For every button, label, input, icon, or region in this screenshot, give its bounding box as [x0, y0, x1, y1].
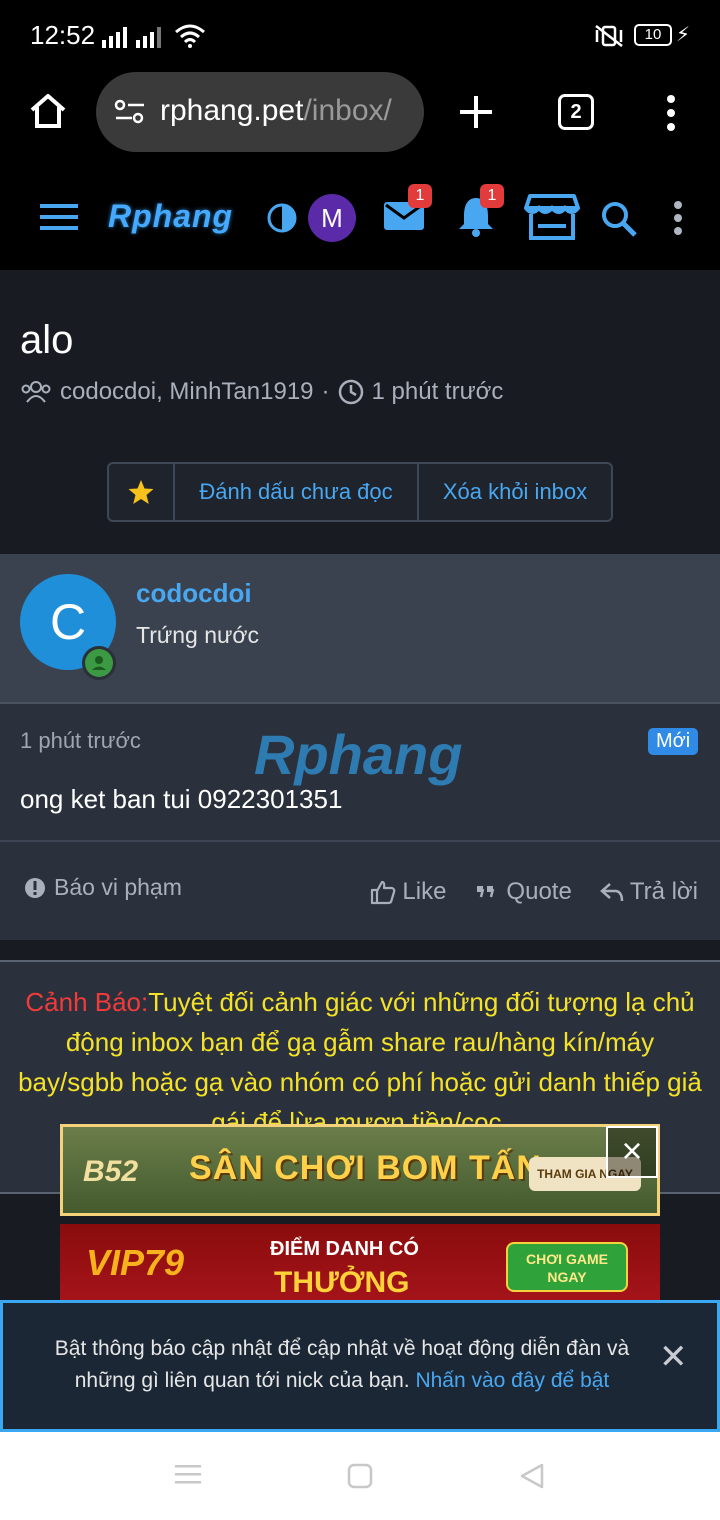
new-badge: Mới	[648, 728, 699, 755]
mute-vibrate-icon	[595, 25, 623, 47]
mark-unread-button[interactable]: Đánh dấu chưa đọc	[175, 464, 419, 520]
notice-close-button[interactable]: ✕	[659, 1337, 688, 1377]
site-settings-icon[interactable]	[114, 98, 146, 126]
back-nav-icon[interactable]	[518, 1462, 546, 1490]
meta-separator: ·	[321, 378, 330, 405]
browser-toolbar: rphang.pet/inbox/ 2	[0, 72, 720, 162]
signal-icon	[102, 27, 161, 48]
enable-notifications-link[interactable]: Nhấn vào đây để bật	[415, 1369, 609, 1392]
alert-icon	[25, 877, 45, 898]
warning-label: Cảnh Báo:	[25, 987, 149, 1017]
status-time: 12:52	[30, 20, 96, 50]
post-user-bar: C codocdoi Trứng nước	[0, 554, 720, 704]
reply-icon	[599, 883, 624, 902]
site-header: Rphang M 1 1	[0, 162, 720, 270]
theme-toggle-icon[interactable]	[266, 202, 298, 234]
quote-button[interactable]: Quote	[474, 878, 572, 906]
thread-time: 1 phút trước	[371, 378, 504, 405]
ad2-line2: THƯỞNG	[274, 1266, 410, 1299]
thumbs-up-icon	[371, 880, 396, 905]
url-text: rphang.pet/inbox/	[160, 94, 392, 127]
reply-label: Trả lời	[629, 878, 698, 905]
ad-close-button[interactable]: ×	[606, 1126, 658, 1178]
store-icon[interactable]	[524, 192, 580, 242]
post-username[interactable]: codocdoi	[136, 578, 252, 609]
browser-menu-icon[interactable]	[664, 94, 678, 132]
watermark-logo: Rphang	[254, 723, 463, 786]
post-time[interactable]: 1 phút trước	[20, 728, 141, 754]
search-icon[interactable]	[600, 200, 638, 238]
message-post: C codocdoi Trứng nước 1 phút trước Rphan…	[0, 554, 720, 940]
report-label: Báo vi phạm	[54, 874, 182, 900]
post-message: ong ket ban tui 0922301351	[20, 784, 343, 814]
push-notification-notice: Bật thông báo cập nhật để cập nhật về ho…	[0, 1300, 720, 1432]
post-footer: Báo vi phạm Like Quote Trả lời	[0, 840, 720, 940]
ad-banner-vip79[interactable]: VIP79 ĐIỂM DANH CÓ THƯỞNG CHƠI GAME NGAY	[60, 1224, 660, 1300]
home-icon[interactable]	[28, 92, 68, 130]
tab-switcher-button[interactable]: 2	[558, 94, 594, 130]
system-nav-bar	[0, 1432, 720, 1520]
alerts-badge: 1	[480, 184, 504, 208]
quote-icon	[477, 886, 495, 898]
clock-icon	[338, 379, 363, 405]
ad2-brand: VIP79	[86, 1242, 185, 1283]
new-tab-icon[interactable]	[458, 94, 494, 130]
conversation-actions: Đánh dấu chưa đọc Xóa khỏi inbox	[107, 462, 613, 522]
site-more-icon[interactable]	[672, 200, 684, 236]
post-user-title: Trứng nước	[136, 622, 259, 648]
ad1-brand: B52	[83, 1155, 139, 1188]
like-button[interactable]: Like	[370, 878, 446, 906]
participants-text: codocdoi, MinhTan1919	[60, 378, 314, 405]
url-bar[interactable]: rphang.pet/inbox/	[96, 72, 424, 152]
online-user-icon	[92, 656, 106, 670]
quote-label: Quote	[506, 878, 572, 905]
participants-icon	[21, 381, 51, 403]
reply-button[interactable]: Trả lời	[599, 878, 698, 906]
ad2-cta[interactable]: CHƠI GAME NGAY	[506, 1242, 628, 1292]
battery-indicator: 10	[634, 24, 672, 46]
ad2-line1: ĐIỂM DANH CÓ	[270, 1238, 419, 1260]
ad-banner-b52[interactable]: B52 SÂN CHƠI BOM TẤN THAM GIA NGAY	[60, 1124, 660, 1216]
star-icon	[128, 480, 154, 504]
user-avatar[interactable]: M	[308, 194, 356, 242]
thread-meta: codocdoi, MinhTan1919 · 1 phút trước	[20, 378, 503, 406]
home-nav-icon[interactable]	[346, 1462, 374, 1490]
like-label: Like	[402, 878, 447, 905]
wifi-icon	[175, 24, 205, 48]
online-status	[82, 646, 116, 680]
hamburger-menu-icon[interactable]	[40, 202, 80, 232]
charging-icon: ⚡	[676, 24, 691, 46]
status-bar: 12:52 10 ⚡	[0, 0, 720, 72]
star-button[interactable]	[109, 464, 175, 520]
remove-from-inbox-button[interactable]: Xóa khỏi inbox	[419, 464, 611, 520]
site-logo[interactable]: Rphang	[108, 198, 233, 235]
recent-apps-icon[interactable]	[174, 1462, 202, 1486]
ad1-headline: SÂN CHƠI BOM TẤN	[189, 1149, 542, 1187]
page-title: alo	[20, 318, 74, 362]
report-button[interactable]: Báo vi phạm	[24, 874, 182, 901]
inbox-badge: 1	[408, 184, 432, 208]
post-actions: Like Quote Trả lời	[370, 878, 698, 906]
